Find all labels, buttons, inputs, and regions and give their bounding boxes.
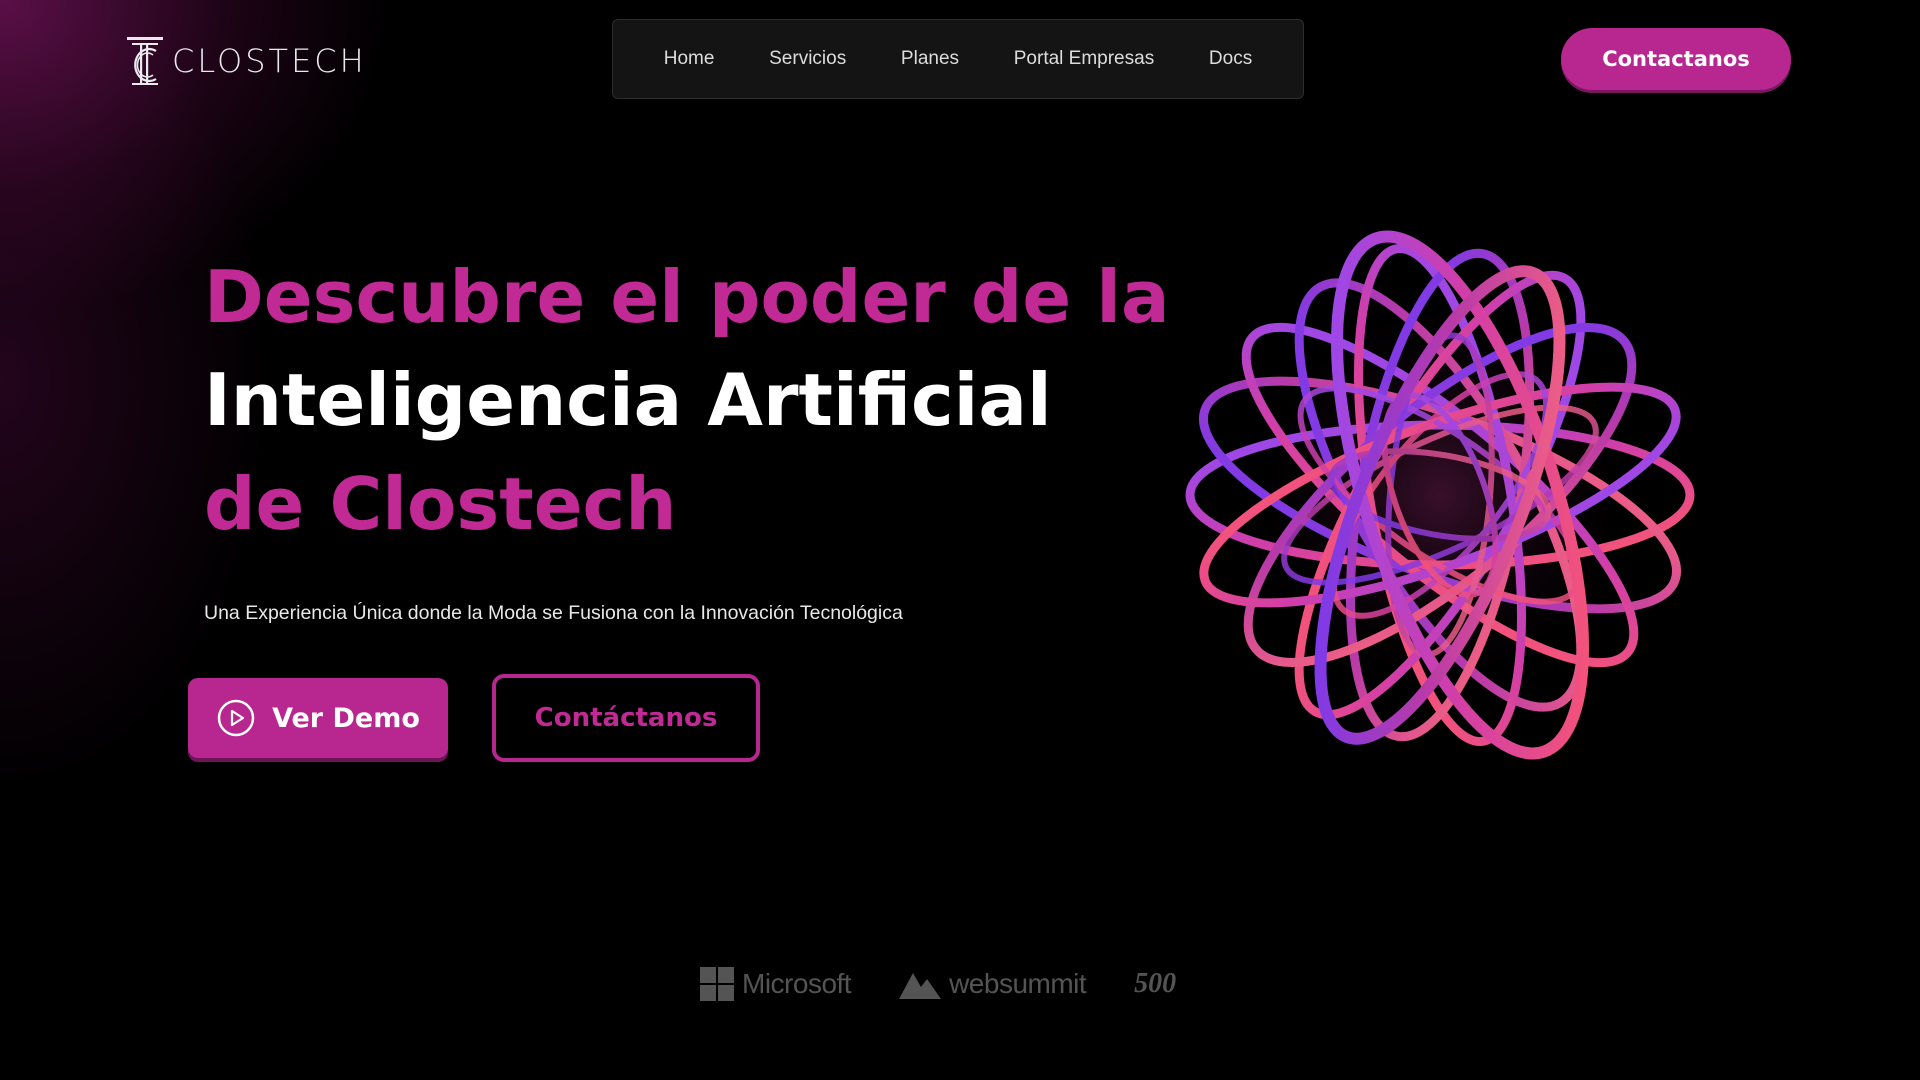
partner-logos: Microsoft websummit 500 bbox=[700, 962, 1176, 1006]
header-contact-button[interactable]: Contactanos bbox=[1561, 28, 1791, 90]
brand-name: CLOSTECH bbox=[172, 42, 367, 80]
partner-500-label: 500 bbox=[1134, 968, 1177, 999]
windows-grid-icon bbox=[700, 967, 734, 1001]
main-nav: Home Servicios Planes Portal Empresas Do… bbox=[612, 19, 1304, 99]
play-circle-icon bbox=[217, 699, 255, 737]
ver-demo-label: Ver Demo bbox=[272, 702, 420, 734]
nav-item-portal-empresas[interactable]: Portal Empresas bbox=[1010, 42, 1158, 76]
ver-demo-button[interactable]: Ver Demo bbox=[188, 678, 448, 758]
partner-500[interactable]: 500 bbox=[1134, 968, 1176, 1000]
nav-item-servicios[interactable]: Servicios bbox=[765, 42, 850, 76]
ribbon-sphere-illustration bbox=[1185, 230, 1695, 760]
hero-headline-line-2: Inteligencia Artificial bbox=[204, 358, 1052, 442]
nav-item-planes[interactable]: Planes bbox=[897, 42, 963, 76]
hero-headline-line-3: de Clostech bbox=[204, 462, 677, 546]
mountain-icon bbox=[899, 973, 942, 999]
brand-logo[interactable]: CLOSTECH bbox=[126, 34, 367, 88]
pillar-logo-icon bbox=[127, 37, 163, 85]
nav-item-home[interactable]: Home bbox=[660, 42, 719, 76]
partner-microsoft-label: Microsoft bbox=[742, 968, 852, 999]
partner-websummit[interactable]: websummit bbox=[899, 968, 1087, 1000]
contact-button[interactable]: Contáctanos bbox=[492, 674, 760, 762]
partner-microsoft[interactable]: Microsoft bbox=[700, 967, 852, 1001]
hero-subtitle: Una Experiencia Única donde la Moda se F… bbox=[204, 602, 903, 624]
partner-websummit-label: websummit bbox=[949, 968, 1087, 999]
hero-headline-line-1: Descubre el poder de la bbox=[204, 255, 1170, 339]
nav-item-docs[interactable]: Docs bbox=[1205, 42, 1256, 76]
